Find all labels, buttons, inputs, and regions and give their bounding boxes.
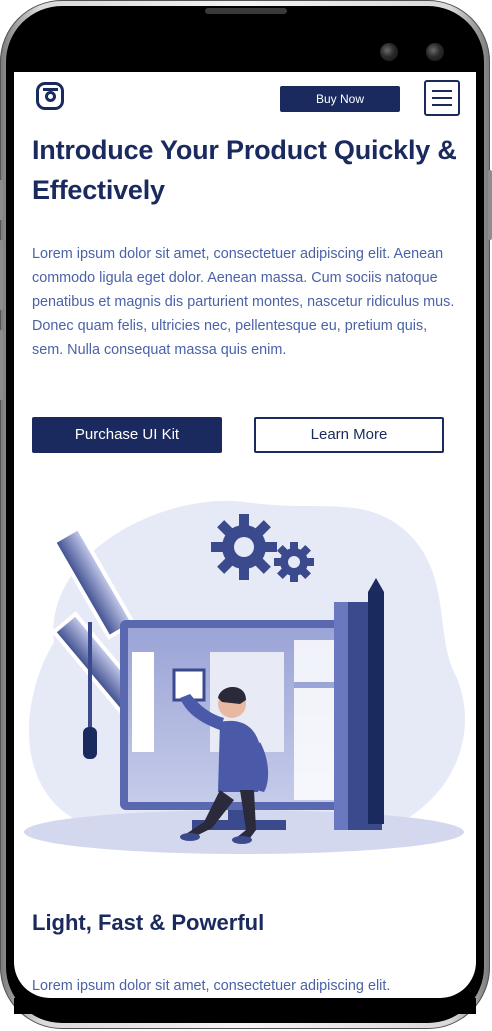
purchase-ui-kit-button[interactable]: Purchase UI Kit [32,417,222,453]
ruler-icon [334,578,384,830]
phone-mockup: Buy Now Introduce Your Product Quickly &… [0,0,492,1031]
side-button-left [0,330,3,400]
hero-title: Introduce Your Product Quickly & Effecti… [32,135,457,205]
side-button-left [0,180,3,220]
hero-description: Lorem ipsum dolor sit amet, consectetuer… [32,246,455,358]
camera-icon [380,43,398,61]
menu-line [432,90,452,92]
gear-icon [274,542,314,582]
phone-screen: Buy Now Introduce Your Product Quickly &… [14,72,476,998]
section-description: Lorem ipsum dolor sit amet, consectetuer… [32,978,391,994]
section-title: Light, Fast & Powerful [32,910,265,935]
sensor-icon [426,43,444,61]
hamburger-menu-icon[interactable] [424,80,460,116]
menu-line [432,104,452,106]
side-button-right [488,170,492,240]
side-button-left [0,240,3,310]
phone-chin [14,998,476,1014]
buy-now-button[interactable]: Buy Now [280,86,400,112]
hero-illustration [24,500,465,854]
logo-icon[interactable] [36,82,64,110]
speaker-grille [205,8,287,14]
logo-ring [45,91,56,102]
learn-more-button[interactable]: Learn More [254,417,444,453]
menu-line [432,97,452,99]
gear-icon [211,514,277,580]
